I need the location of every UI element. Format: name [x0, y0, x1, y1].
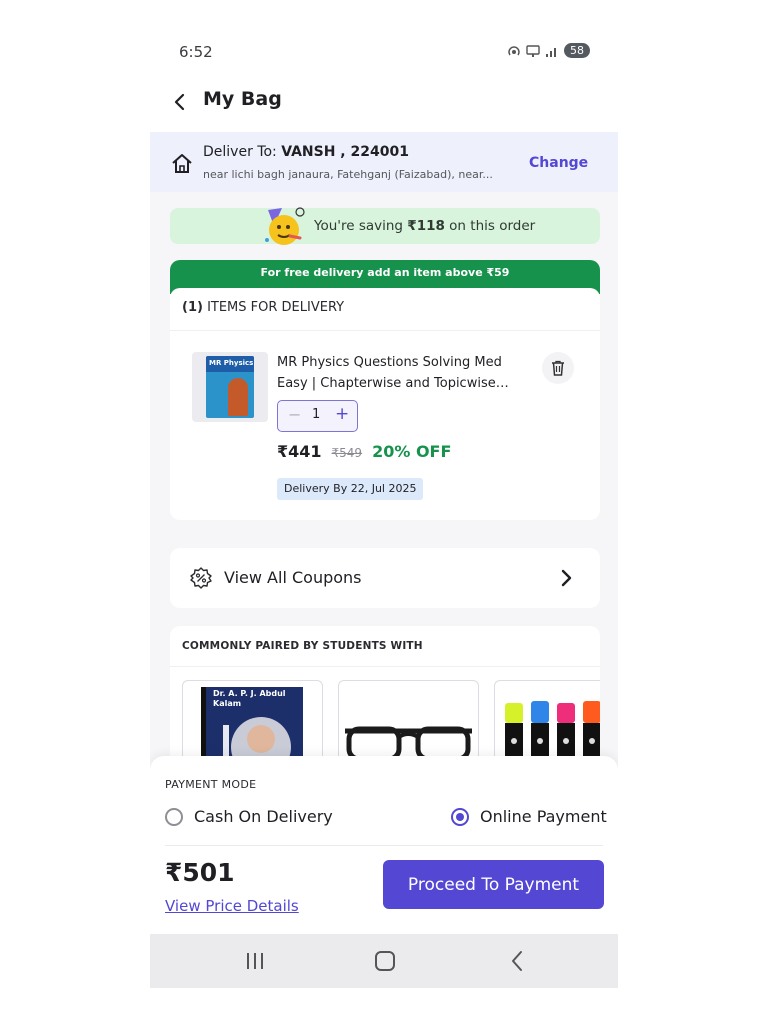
delete-icon: [552, 360, 564, 376]
status-time: 6:52: [179, 43, 213, 61]
hotspot-icon: [508, 45, 520, 55]
status-bar: 6:52 58: [150, 30, 618, 76]
savings-text: You're saving ₹118 on this order: [314, 218, 535, 234]
paired-product-card[interactable]: [494, 680, 600, 766]
items-count: (1): [182, 300, 203, 315]
coupon-icon: [190, 567, 212, 589]
free-delivery-text: For free delivery add an item above ₹59: [260, 266, 510, 279]
signal-icon: [546, 47, 556, 57]
divider: [170, 666, 600, 667]
price-row: ₹441 ₹549 20% OFF: [277, 442, 451, 461]
decrease-quantity-button[interactable]: −: [288, 405, 301, 424]
paired-cover-text: Dr. A. P. J. Abdul Kalam: [213, 689, 286, 708]
increase-quantity-button[interactable]: +: [335, 404, 349, 424]
savings-suffix: on this order: [444, 218, 536, 234]
mrp-price: ₹549: [331, 446, 363, 460]
cod-radio[interactable]: [165, 807, 183, 826]
savings-prefix: You're saving: [314, 218, 408, 234]
selling-price: ₹441: [277, 442, 322, 461]
phone-screen: 6:52 58 My Bag Deliver To: VANSH , 22400…: [150, 30, 618, 988]
book-cover: MR Physics: [206, 356, 254, 418]
proceed-to-payment-button[interactable]: Proceed To Payment: [383, 860, 604, 909]
commonly-paired-section: COMMONLY PAIRED BY STUDENTS WITH Dr. A. …: [170, 626, 600, 766]
payment-mode-heading: PAYMENT MODE: [165, 778, 257, 791]
home-nav-icon[interactable]: [370, 948, 400, 974]
battery-indicator: 58: [564, 43, 590, 58]
status-icons: 58: [507, 43, 590, 58]
online-payment-option[interactable]: Online Payment: [451, 807, 607, 826]
cod-label: Cash On Delivery: [194, 807, 333, 826]
view-coupons-row[interactable]: View All Coupons: [170, 548, 600, 608]
address-line: near lichi bagh janaura, Fatehganj (Faiz…: [203, 168, 493, 181]
glasses-image: [345, 726, 472, 762]
change-address-button[interactable]: Change: [529, 155, 588, 171]
deliver-to-prefix: Deliver To:: [203, 144, 282, 160]
paired-product-card[interactable]: Dr. A. P. J. Abdul Kalam: [182, 680, 323, 766]
deliver-to-name: VANSH , 224001: [281, 144, 409, 160]
book-cover-label: MR Physics: [209, 359, 254, 367]
book-cover-photo: [228, 378, 248, 416]
divider: [170, 330, 600, 331]
recents-icon[interactable]: [240, 948, 270, 974]
online-payment-label: Online Payment: [480, 807, 607, 826]
savings-banner: You're saving ₹118 on this order: [170, 207, 600, 245]
highlighters-image: [505, 701, 600, 766]
delete-item-button[interactable]: [542, 352, 574, 384]
paired-heading: COMMONLY PAIRED BY STUDENTS WITH: [182, 640, 423, 652]
items-heading-label: ITEMS FOR DELIVERY: [202, 300, 345, 315]
top-app-bar: My Bag: [150, 76, 618, 132]
page-title: My Bag: [203, 88, 282, 110]
divider: [165, 845, 603, 846]
savings-amount: ₹118: [407, 218, 445, 234]
online-payment-radio[interactable]: [451, 807, 469, 826]
delivery-date-badge: Delivery By 22, Jul 2025: [277, 478, 424, 500]
chevron-right-icon: [561, 569, 572, 587]
view-price-details-link[interactable]: View Price Details: [165, 897, 299, 915]
delivery-items-card: (1) ITEMS FOR DELIVERY MR Physics MR Phy…: [170, 288, 600, 520]
home-icon: [172, 154, 192, 173]
coupons-label: View All Coupons: [224, 568, 362, 587]
delivery-address-bar: Deliver To: VANSH , 224001 near lichi ba…: [150, 132, 618, 192]
total-amount: ₹501: [165, 858, 235, 887]
system-navigation-bar: [150, 934, 618, 988]
network-icon: [526, 44, 540, 57]
back-arrow-icon[interactable]: [172, 90, 188, 114]
product-image[interactable]: MR Physics: [192, 352, 268, 422]
deliver-to-line: Deliver To: VANSH , 224001: [203, 144, 409, 160]
quantity-value: 1: [312, 407, 321, 422]
discount-badge: 20% OFF: [372, 442, 452, 461]
quantity-stepper: − 1 +: [277, 400, 358, 432]
items-heading: (1) ITEMS FOR DELIVERY: [182, 300, 344, 315]
back-nav-icon[interactable]: [502, 948, 532, 974]
payment-sheet: PAYMENT MODE Cash On Delivery Online Pay…: [150, 756, 618, 934]
cash-on-delivery-option[interactable]: Cash On Delivery: [165, 807, 333, 826]
product-title[interactable]: MR Physics Questions Solving Med Easy | …: [277, 352, 522, 394]
paired-product-card[interactable]: [338, 680, 479, 766]
party-emoji-icon: [265, 207, 305, 245]
